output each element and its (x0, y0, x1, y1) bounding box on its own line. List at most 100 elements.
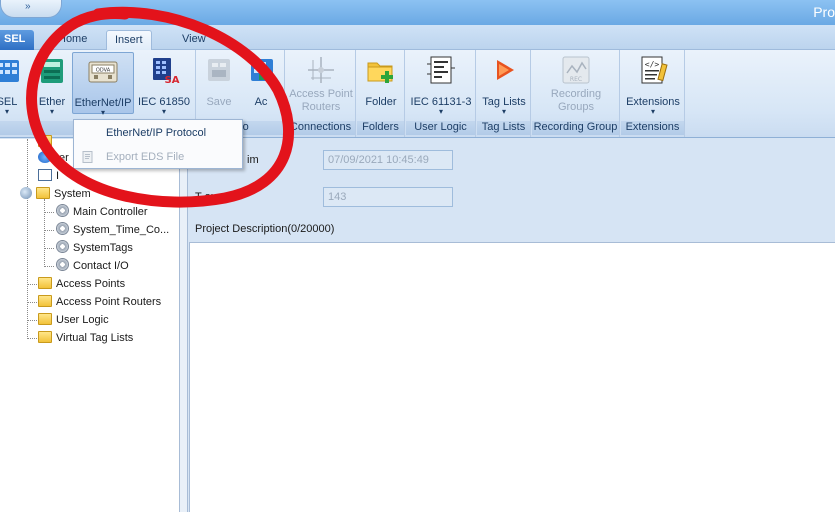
recording-groups-button[interactable]: REC Recording Groups (534, 52, 618, 114)
save-button[interactable]: Save (199, 52, 239, 114)
tree-item-main-controller[interactable]: Main Controller (56, 203, 148, 221)
recording-icon: REC (562, 56, 590, 84)
tree-item-system[interactable]: System (20, 185, 91, 203)
tree-line (44, 212, 54, 213)
tab-view[interactable]: View (174, 30, 214, 50)
access-point-routers-button[interactable]: Access Point Routers (288, 52, 354, 114)
group-label-connections: Connections (286, 121, 355, 135)
group-label-folders: Folders (357, 121, 404, 135)
network-cross-icon (308, 57, 334, 83)
iec-61850-icon: SA (153, 58, 180, 86)
tree-line (44, 266, 54, 267)
logic-document-icon (427, 56, 455, 84)
caret-down-icon: ▾ (438, 107, 443, 116)
folder-icon (38, 313, 52, 325)
folder-icon (38, 331, 52, 343)
project-description-input[interactable] (189, 242, 835, 512)
group-label-extensions: Extensions (621, 121, 684, 135)
io-icon (38, 169, 52, 181)
play-arrow-icon (497, 60, 514, 80)
caret-down-icon: ▾ (100, 108, 105, 117)
expander-icon[interactable] (20, 187, 32, 199)
count-field[interactable]: 143 (323, 187, 453, 207)
iec-61131-3-button[interactable]: IEC 61131-3 ▾ (408, 52, 474, 116)
group-tag-lists: Tag Lists ▾ Tag Lists (477, 50, 531, 137)
ether-button[interactable]: Ether ▾ (34, 52, 70, 116)
gear-icon (56, 240, 69, 253)
tree-line (44, 230, 54, 231)
folder-icon (38, 295, 52, 307)
ethernet-device-icon (41, 59, 63, 83)
tab-home[interactable]: Home (50, 30, 95, 50)
folder-button[interactable]: Folder (359, 52, 403, 114)
tag-lists-button[interactable]: Tag Lists ▾ (479, 52, 529, 116)
tab-sel[interactable]: SEL (0, 30, 34, 50)
ribbon-tabs: SEL Home Insert View (0, 25, 835, 50)
tree-item-access-point-routers[interactable]: Access Point Routers (38, 293, 161, 311)
code-document-icon: </> (641, 56, 668, 84)
project-description-label: Project Description(0/20000) (195, 223, 335, 235)
folder-icon (38, 135, 52, 147)
odva-icon: ODVA (88, 61, 118, 83)
tab-insert[interactable]: Insert (106, 30, 152, 50)
caret-down-icon: ▾ (4, 107, 9, 116)
tree-line (27, 284, 37, 285)
extensions-button[interactable]: </> Extensions ▾ (623, 52, 683, 116)
tree-line (27, 302, 37, 303)
tree-item-system-time[interactable]: System_Time_Co... (56, 221, 169, 239)
project-tree: ter I System Main Controller System_Time… (0, 135, 180, 512)
menu-item-export-eds-file[interactable]: Export EDS File (74, 145, 242, 169)
gear-icon (56, 204, 69, 217)
group-label-recording: Recording Group (532, 121, 619, 135)
tree-item-access-points[interactable]: Access Points (38, 275, 125, 293)
app-menu-button[interactable]: » (0, 0, 62, 18)
chevron-down-icon: » (25, 1, 31, 12)
tree-item-ethernet[interactable]: ter (38, 149, 69, 167)
folder-icon (36, 187, 50, 199)
new-folder-icon (367, 62, 393, 83)
group-connections: Access Point Routers Connections (286, 50, 356, 137)
count-label: T ount: (195, 191, 230, 203)
sel-button[interactable]: SEL ▾ (0, 52, 24, 116)
tree-item-systemtags[interactable]: SystemTags (56, 239, 133, 257)
tree-item-contact-io[interactable]: Contact I/O (56, 257, 129, 275)
tree-line (44, 248, 54, 249)
group-extensions: </> Extensions ▾ Extensions (621, 50, 685, 137)
ethernet-ip-button[interactable]: ODVA EtherNet/IP ▾ (72, 52, 134, 117)
caret-down-icon: ▾ (650, 107, 655, 116)
ethernet-ip-dropdown-menu: EtherNet/IP Protocol Export EDS File (73, 119, 243, 169)
tree-item-user-logic[interactable]: User Logic (38, 311, 109, 329)
window-title: Pro (813, 4, 835, 20)
gear-icon (56, 258, 69, 271)
svg-text:REC: REC (570, 76, 582, 83)
svg-text:SA: SA (165, 75, 180, 86)
device-grid-icon (251, 59, 273, 81)
export-file-icon (82, 151, 93, 163)
caret-down-icon: ▾ (49, 107, 54, 116)
folder-icon (38, 277, 52, 289)
group-user-logic: IEC 61131-3 ▾ User Logic (406, 50, 476, 137)
tree-line (27, 338, 37, 339)
tree-item-io[interactable]: I (38, 167, 59, 185)
tree-item-virtual-tag-lists[interactable]: Virtual Tag Lists (38, 329, 133, 347)
splitter[interactable] (180, 139, 188, 512)
group-recording: REC Recording Groups Recording Group (532, 50, 620, 137)
project-properties-panel: im 07/09/2021 10:45:49 T ount: 143 Proje… (189, 139, 835, 512)
time-field[interactable]: 07/09/2021 10:45:49 (323, 150, 453, 170)
group-label-user-logic: User Logic (406, 121, 475, 135)
tree-line (44, 199, 45, 267)
refresh-icon (38, 151, 52, 163)
caret-down-icon: ▾ (501, 107, 506, 116)
gear-icon (56, 222, 69, 235)
caret-down-icon: ▾ (161, 107, 166, 116)
ac-button[interactable]: Ac (241, 52, 281, 114)
title-bar: » Pro (0, 0, 835, 25)
time-label: im (247, 154, 259, 166)
svg-text:</>: </> (645, 60, 660, 69)
group-folders: Folder Folders (357, 50, 405, 137)
tree-line (27, 139, 28, 339)
iec-61850-button[interactable]: SA IEC 61850 ▾ (136, 52, 192, 116)
menu-item-ethernet-ip-protocol[interactable]: EtherNet/IP Protocol (74, 121, 242, 145)
device-grid-icon (0, 60, 19, 82)
svg-text:ODVA: ODVA (96, 68, 111, 74)
